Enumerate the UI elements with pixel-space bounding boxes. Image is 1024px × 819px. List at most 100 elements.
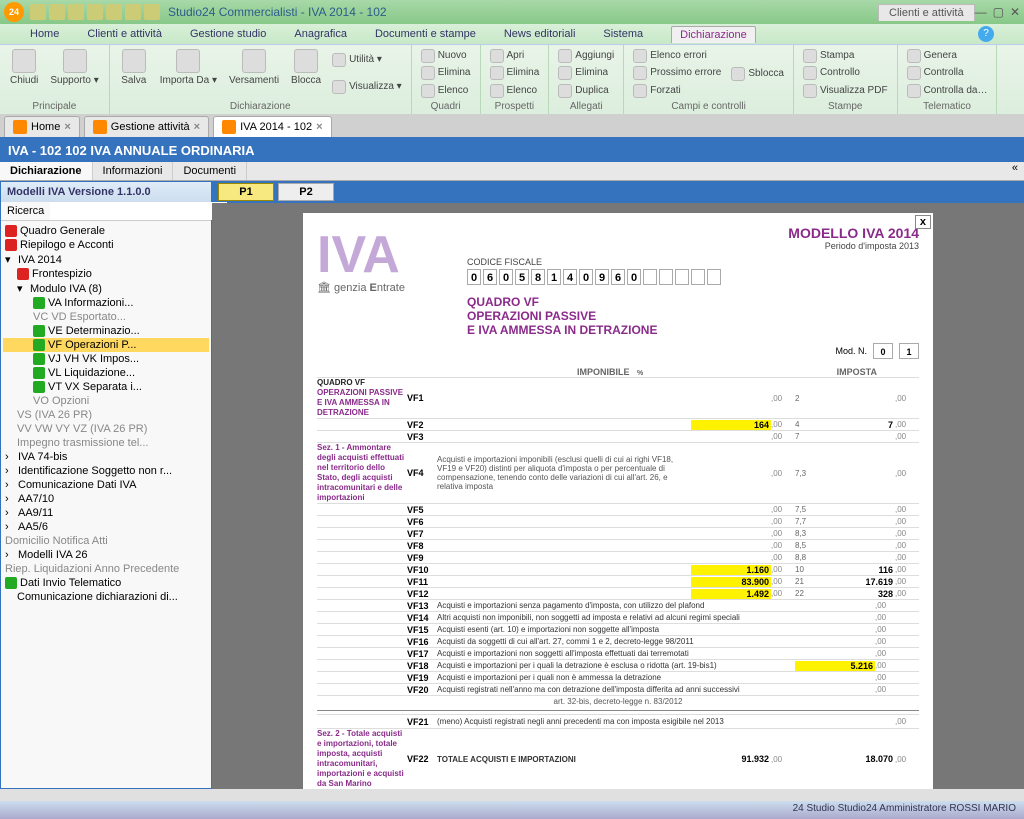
val-input[interactable]: 18.070 xyxy=(815,754,895,764)
elenco2-button[interactable]: Elenco xyxy=(487,83,543,99)
utilita-button[interactable]: Utilità ▾ xyxy=(329,52,405,68)
cf-cell[interactable]: 1 xyxy=(547,269,561,285)
importa-da-button[interactable]: Importa Da ▾ xyxy=(156,47,221,88)
aggiungi-button[interactable]: Aggiungi xyxy=(555,48,617,64)
menu-clienti[interactable]: Clienti e attività xyxy=(87,28,162,40)
close-button[interactable]: Chiudi xyxy=(6,47,42,88)
visualizza-button[interactable]: Visualizza ▾ xyxy=(329,79,405,95)
help-icon[interactable]: ? xyxy=(978,26,994,42)
cf-cell[interactable]: 0 xyxy=(499,269,513,285)
menu-home[interactable]: Home xyxy=(30,28,59,40)
menu-documenti[interactable]: Documenti e stampe xyxy=(375,28,476,40)
cf-cell[interactable]: 9 xyxy=(595,269,609,285)
tree-node[interactable]: Riep. Liquidazioni Anno Precedente xyxy=(3,562,209,576)
page-tab-p1[interactable]: P1 xyxy=(218,183,274,201)
cf-cell[interactable]: 0 xyxy=(627,269,641,285)
minimize-button[interactable]: — xyxy=(975,5,987,19)
quick-access-toolbar[interactable] xyxy=(30,4,160,20)
controlla-da-button[interactable]: Controlla da… xyxy=(904,83,991,99)
tree-node[interactable]: Frontespizio xyxy=(3,267,209,281)
cf-cell[interactable]: 8 xyxy=(531,269,545,285)
menu-news[interactable]: News editoriali xyxy=(504,28,576,40)
tree-node[interactable]: ›AA9/11 xyxy=(3,506,209,520)
tree-node[interactable]: VJ VH VK Impos... xyxy=(3,352,209,366)
tree-node[interactable]: Comunicazione dichiarazioni di... xyxy=(3,590,209,604)
cf-cell[interactable]: 6 xyxy=(611,269,625,285)
imponibile-input[interactable]: 164 xyxy=(691,420,771,430)
forzati-button[interactable]: Forzati xyxy=(630,83,724,99)
elenco-button[interactable]: Elenco xyxy=(418,83,474,99)
modn-2[interactable]: 1 xyxy=(899,343,919,359)
sblocca-button[interactable]: Sblocca xyxy=(728,66,787,82)
form-close-button[interactable]: x xyxy=(915,215,931,229)
elenco-errori-button[interactable]: Elenco errori xyxy=(630,48,724,64)
tree-node[interactable]: ›Modelli IVA 26 xyxy=(3,548,209,562)
tree-node[interactable]: VE Determinazio... xyxy=(3,324,209,338)
imposta-input[interactable]: 7 xyxy=(815,420,895,430)
doctab[interactable]: IVA 2014 - 102× xyxy=(213,116,331,137)
nuovo-button[interactable]: Nuovo xyxy=(418,48,474,64)
cf-cell[interactable]: 4 xyxy=(563,269,577,285)
doctab[interactable]: Home× xyxy=(4,116,80,137)
tree-node[interactable]: VA Informazioni... xyxy=(3,296,209,310)
tab-close-icon[interactable]: × xyxy=(64,121,70,133)
elimina3-button[interactable]: Elimina xyxy=(555,65,617,81)
tree-node[interactable]: ›Comunicazione Dati IVA xyxy=(3,478,209,492)
apri-button[interactable]: Apri xyxy=(487,48,543,64)
blocca-button[interactable]: Blocca xyxy=(287,47,325,88)
subtab-dichiarazione[interactable]: Dichiarazione xyxy=(0,162,93,180)
elimina2-button[interactable]: Elimina xyxy=(487,65,543,81)
tree-node[interactable]: Quadro Generale xyxy=(3,224,209,238)
tree-node[interactable]: VV VW VY VZ (IVA 26 PR) xyxy=(3,422,209,436)
imponibile-input[interactable]: 5.216 xyxy=(795,661,875,671)
tree-node[interactable]: ›Identificazione Soggetto non r... xyxy=(3,464,209,478)
cf-cell[interactable] xyxy=(707,269,721,285)
tree-node[interactable]: ›IVA 74-bis xyxy=(3,450,209,464)
support-button[interactable]: Supporto ▾ xyxy=(46,47,102,88)
tree-node[interactable]: ›AA7/10 xyxy=(3,492,209,506)
cf-cell[interactable] xyxy=(675,269,689,285)
cf-cell[interactable] xyxy=(691,269,705,285)
tree-node[interactable]: Riepilogo e Acconti xyxy=(3,238,209,252)
subtab-documenti[interactable]: Documenti xyxy=(173,162,247,180)
menu-anagrafica[interactable]: Anagrafica xyxy=(294,28,347,40)
imponibile-input[interactable]: 83.900 xyxy=(691,577,771,587)
controlla-button[interactable]: Controlla xyxy=(904,65,991,81)
tab-close-icon[interactable]: × xyxy=(194,121,200,133)
cf-cell[interactable]: 0 xyxy=(467,269,481,285)
doctab[interactable]: Gestione attività× xyxy=(84,116,209,137)
prossimo-errore-button[interactable]: Prossimo errore xyxy=(630,65,724,81)
cf-cell[interactable]: 6 xyxy=(483,269,497,285)
tree-node[interactable]: Impegno trasmissione tel... xyxy=(3,436,209,450)
cf-cell[interactable] xyxy=(643,269,657,285)
maximize-button[interactable]: ▢ xyxy=(993,5,1004,19)
save-button[interactable]: Salva xyxy=(116,47,152,88)
search-input[interactable] xyxy=(50,202,227,220)
tree-node[interactable]: VF Operazioni P... xyxy=(3,338,209,352)
tree-node[interactable]: ▾Modulo IVA (8) xyxy=(3,281,209,296)
imposta-input[interactable]: 328 xyxy=(815,589,895,599)
val-input[interactable]: 91.932 xyxy=(691,754,771,764)
versamenti-button[interactable]: Versamenti xyxy=(225,47,283,88)
genera-button[interactable]: Genera xyxy=(904,48,991,64)
tree-node[interactable]: ›AA5/6 xyxy=(3,520,209,534)
tree-node[interactable]: VL Liquidazione... xyxy=(3,366,209,380)
cf-cell[interactable]: 5 xyxy=(515,269,529,285)
menu-dichiarazione[interactable]: Dichiarazione xyxy=(671,26,756,43)
duplica-button[interactable]: Duplica xyxy=(555,83,617,99)
tree-node[interactable]: Domicilio Notifica Atti xyxy=(3,534,209,548)
close-window-button[interactable]: ✕ xyxy=(1010,5,1020,19)
controllo-button[interactable]: Controllo xyxy=(800,65,891,81)
tree-node[interactable]: VO Opzioni xyxy=(3,394,209,408)
cf-cell[interactable]: 0 xyxy=(579,269,593,285)
visualizza-pdf-button[interactable]: Visualizza PDF xyxy=(800,83,891,99)
imposta-input[interactable]: 17.619 xyxy=(815,577,895,587)
form-scroll[interactable]: x IVA 🏛 genzia Entrate MODELLO IVA 2014 … xyxy=(212,203,1024,789)
page-tab-p2[interactable]: P2 xyxy=(278,183,334,201)
tree-node[interactable]: ▾IVA 2014 xyxy=(3,252,209,267)
tree-node[interactable]: VT VX Separata i... xyxy=(3,380,209,394)
elimina-button[interactable]: Elimina xyxy=(418,65,474,81)
collapse-icon[interactable]: « xyxy=(1006,162,1024,180)
tree-node[interactable]: VC VD Esportato... xyxy=(3,310,209,324)
cf-cell[interactable] xyxy=(659,269,673,285)
